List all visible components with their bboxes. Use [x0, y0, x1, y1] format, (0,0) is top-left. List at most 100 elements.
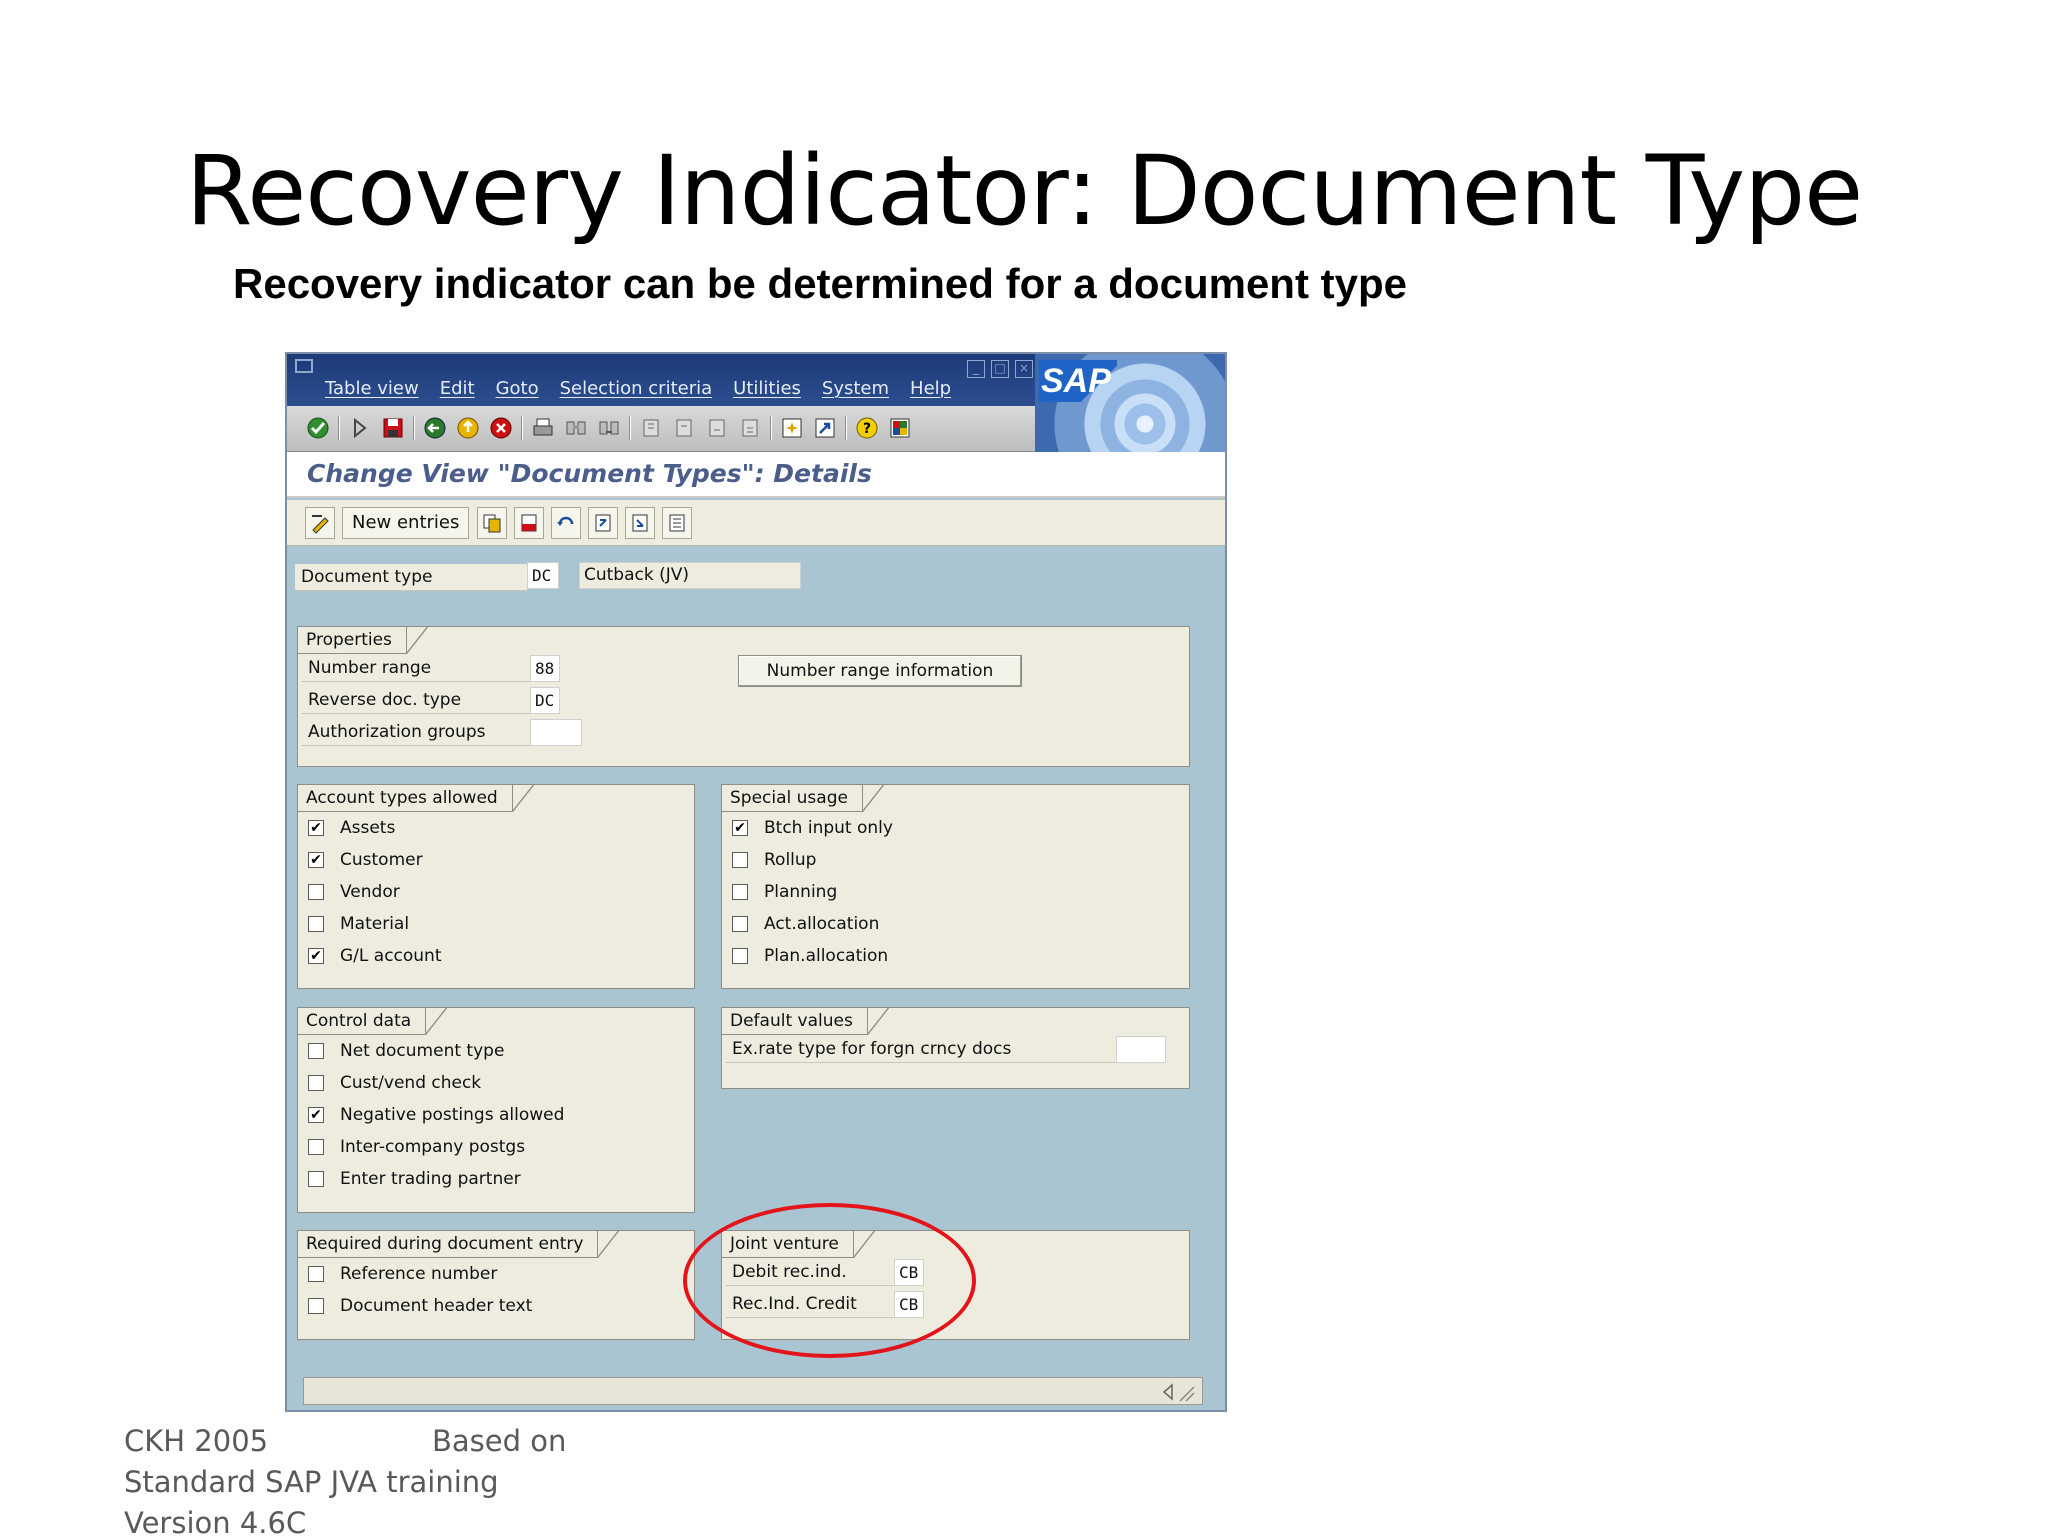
- close-icon[interactable]: ×: [1015, 360, 1033, 378]
- display-change-icon[interactable]: [305, 507, 335, 539]
- menu-goto[interactable]: Goto: [496, 378, 539, 399]
- checkbox[interactable]: [308, 1043, 324, 1059]
- checkbox-row-batch-input[interactable]: ✔ Btch input only: [732, 815, 893, 841]
- checkbox-row-gl-account[interactable]: ✔ G/L account: [308, 943, 442, 969]
- delete-icon[interactable]: [514, 507, 545, 539]
- checkbox-row-assets[interactable]: ✔ Assets: [308, 815, 395, 841]
- command-field-icon[interactable]: [347, 415, 373, 441]
- new-entries-button[interactable]: New entries: [342, 507, 470, 539]
- special-usage-title: Special usage: [722, 784, 884, 812]
- checkbox-label: Net document type: [340, 1041, 505, 1061]
- layout-menu-icon[interactable]: [887, 415, 913, 441]
- last-page-icon[interactable]: [737, 415, 763, 441]
- checkbox-row-inter-company[interactable]: Inter-company postgs: [308, 1134, 525, 1160]
- checkbox-row-act-allocation[interactable]: Act.allocation: [732, 911, 879, 937]
- checkbox-label: Customer: [340, 850, 423, 870]
- checkbox-row-rollup[interactable]: Rollup: [732, 847, 816, 873]
- checkbox[interactable]: [308, 1139, 324, 1155]
- menu-utilities[interactable]: Utilities: [733, 378, 801, 399]
- ex-rate-type-input[interactable]: [1116, 1036, 1166, 1063]
- back-icon[interactable]: [422, 415, 448, 441]
- checkbox-row-net-doc-type[interactable]: Net document type: [308, 1038, 504, 1064]
- checkbox[interactable]: [732, 884, 748, 900]
- checkbox[interactable]: [732, 916, 748, 932]
- system-menu-icon[interactable]: [295, 359, 313, 373]
- footer-training: Standard SAP JVA training: [124, 1465, 499, 1499]
- checkbox-label: Reference number: [340, 1264, 498, 1284]
- checkbox[interactable]: [308, 1298, 324, 1314]
- checkbox-row-planning[interactable]: Planning: [732, 879, 837, 905]
- checkbox-row-reference-number[interactable]: Reference number: [308, 1261, 497, 1287]
- checkbox-row-material[interactable]: Material: [308, 911, 409, 937]
- exit-icon[interactable]: [455, 415, 481, 441]
- select-all-icon[interactable]: [662, 507, 693, 539]
- properties-group: Properties Number range 88 Reverse doc. …: [297, 626, 1190, 767]
- help-icon[interactable]: ?: [854, 415, 880, 441]
- checkbox[interactable]: [732, 948, 748, 964]
- checkbox-label: Document header text: [340, 1296, 533, 1316]
- enter-check-icon[interactable]: [305, 415, 331, 441]
- checkbox[interactable]: ✔: [308, 1107, 324, 1123]
- create-session-icon[interactable]: [779, 415, 805, 441]
- minimize-icon[interactable]: _: [967, 360, 985, 378]
- checkbox[interactable]: [308, 916, 324, 932]
- next-page-icon[interactable]: [704, 415, 730, 441]
- checkbox[interactable]: [308, 1266, 324, 1282]
- print-icon[interactable]: [530, 415, 556, 441]
- authorization-groups-label: Authorization groups: [302, 719, 530, 746]
- checkbox-row-customer[interactable]: ✔ Customer: [308, 847, 423, 873]
- application-toolbar: New entries: [287, 500, 1225, 546]
- checkbox[interactable]: [732, 852, 748, 868]
- checkbox[interactable]: ✔: [308, 948, 324, 964]
- find-icon[interactable]: [563, 415, 589, 441]
- find-next-icon[interactable]: [596, 415, 622, 441]
- first-page-icon[interactable]: [638, 415, 664, 441]
- menu-system[interactable]: System: [822, 378, 889, 399]
- document-type-label: Document type: [295, 564, 527, 591]
- checkbox-row-trading-partner[interactable]: Enter trading partner: [308, 1166, 521, 1192]
- checkbox[interactable]: [308, 884, 324, 900]
- copy-as-icon[interactable]: [477, 507, 508, 539]
- account-types-title: Account types allowed: [298, 784, 534, 812]
- save-icon[interactable]: [380, 415, 406, 441]
- checkbox-row-cust-vend-check[interactable]: Cust/vend check: [308, 1070, 481, 1096]
- checkbox[interactable]: ✔: [308, 852, 324, 868]
- status-bar: [303, 1377, 1203, 1405]
- checkbox-label: G/L account: [340, 946, 442, 966]
- checkbox-label: Rollup: [764, 850, 817, 870]
- checkbox[interactable]: ✔: [308, 820, 324, 836]
- number-range-input[interactable]: 88: [530, 655, 560, 682]
- checkbox[interactable]: ✔: [732, 820, 748, 836]
- cancel-icon[interactable]: [488, 415, 514, 441]
- status-bar-toggle-icon[interactable]: [1156, 1381, 1196, 1403]
- menu-edit[interactable]: Edit: [440, 378, 475, 399]
- checkbox[interactable]: [308, 1075, 324, 1091]
- shortcut-icon[interactable]: [812, 415, 838, 441]
- undo-change-icon[interactable]: [551, 507, 582, 539]
- checkbox-row-vendor[interactable]: Vendor: [308, 879, 400, 905]
- menu-help[interactable]: Help: [910, 378, 951, 399]
- checkbox-label: Assets: [340, 818, 396, 838]
- control-data-title: Control data: [298, 1007, 448, 1035]
- footer-version: Version 4.6C: [124, 1506, 307, 1536]
- previous-entry-icon[interactable]: [588, 507, 619, 539]
- checkbox-row-plan-allocation[interactable]: Plan.allocation: [732, 943, 888, 969]
- reverse-doc-type-label: Reverse doc. type: [302, 687, 530, 714]
- checkbox[interactable]: [308, 1171, 324, 1187]
- window-buttons: _ □ ×: [967, 360, 1033, 378]
- document-type-code[interactable]: DC: [527, 562, 559, 589]
- maximize-icon[interactable]: □: [991, 360, 1009, 378]
- checkbox-row-negative-postings[interactable]: ✔ Negative postings allowed: [308, 1102, 564, 1128]
- authorization-groups-input[interactable]: [530, 719, 582, 746]
- account-types-group: Account types allowed ✔ Assets ✔ Customer …: [297, 784, 695, 989]
- menu-selection-criteria[interactable]: Selection criteria: [560, 378, 713, 399]
- checkbox-row-doc-header-text[interactable]: Document header text: [308, 1293, 532, 1319]
- checkbox-label: Vendor: [340, 882, 400, 902]
- svg-text:?: ?: [863, 421, 871, 437]
- menu-table-view[interactable]: Table view: [325, 378, 419, 399]
- checkbox-label: Cust/vend check: [340, 1073, 482, 1093]
- reverse-doc-type-input[interactable]: DC: [530, 687, 560, 714]
- number-range-information-button[interactable]: Number range information: [738, 655, 1022, 687]
- previous-page-icon[interactable]: [671, 415, 697, 441]
- next-entry-icon[interactable]: [625, 507, 656, 539]
